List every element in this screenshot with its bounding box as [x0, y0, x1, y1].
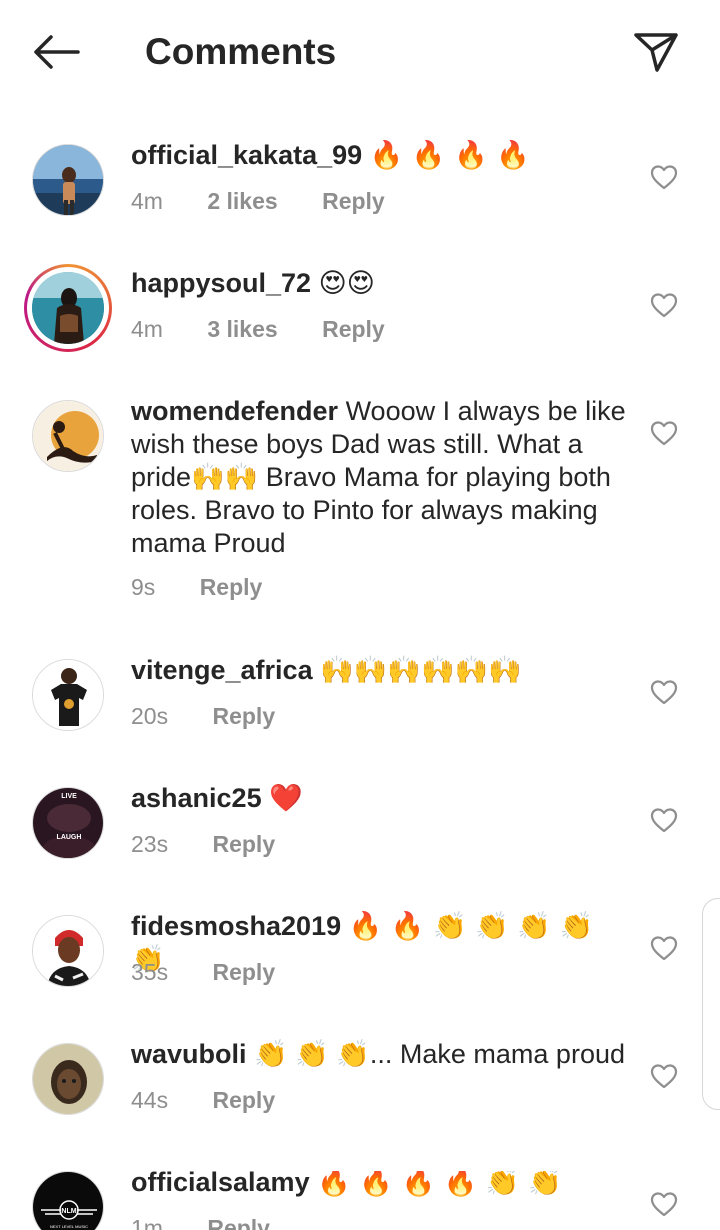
- comment-username[interactable]: official_kakata_99: [131, 140, 362, 170]
- comment-username[interactable]: wavuboli: [131, 1039, 247, 1069]
- heart-icon[interactable]: [650, 292, 678, 318]
- comment-meta: 35s Reply: [131, 959, 313, 986]
- avatar-tshirt-photo: [33, 660, 103, 730]
- scroll-handle[interactable]: [702, 898, 720, 1110]
- comment-emoji: 🙌🙌🙌🙌🙌🙌: [320, 655, 522, 686]
- avatar-nlm-logo: NLM NEXT LEVEL MUSIC: [33, 1172, 103, 1230]
- comment-username[interactable]: happysoul_72: [131, 268, 311, 298]
- heart-icon[interactable]: [650, 1191, 678, 1217]
- comment-item: NLM NEXT LEVEL MUSIC officialsalamy 🔥 🔥 …: [0, 1171, 720, 1230]
- comment-username[interactable]: womendefender: [131, 396, 338, 426]
- reply-button[interactable]: Reply: [212, 703, 275, 729]
- avatar-sea-photo: [32, 272, 104, 344]
- reply-button[interactable]: Reply: [322, 316, 385, 342]
- reply-button[interactable]: Reply: [200, 574, 263, 600]
- likes-count[interactable]: 2 likes: [207, 188, 277, 214]
- comment-username[interactable]: officialsalamy: [131, 1171, 310, 1197]
- heart-icon[interactable]: [650, 679, 678, 705]
- comment-list[interactable]: official_kakata_99 🔥 🔥 🔥 🔥 4m 2 likes Re…: [0, 0, 720, 1230]
- avatar[interactable]: [32, 1043, 104, 1115]
- comment-time: 9s: [131, 574, 156, 600]
- comment-body: 👏 👏 👏... Make mama proud: [254, 1039, 625, 1069]
- comment-time: 44s: [131, 1087, 169, 1113]
- avatar[interactable]: LIVE LAUGH: [32, 787, 104, 859]
- comment-username[interactable]: fidesmosha2019: [131, 911, 341, 941]
- reply-button[interactable]: Reply: [212, 831, 275, 857]
- heart-icon[interactable]: [650, 807, 678, 833]
- comment-meta: 20s Reply: [131, 703, 313, 730]
- comment-text: ashanic25 ❤️: [131, 782, 626, 815]
- comment-time: 23s: [131, 831, 169, 857]
- comment-emoji: 🔥 🔥 🔥 🔥 👏 👏: [317, 1171, 562, 1198]
- avatar-logo-caption: NEXT LEVEL MUSIC: [50, 1224, 88, 1229]
- avatar-live-laugh: LIVE LAUGH: [33, 788, 103, 858]
- avatar[interactable]: [32, 400, 104, 472]
- comment-meta: 9s Reply: [131, 574, 300, 601]
- comment-text: vitenge_africa 🙌🙌🙌🙌🙌🙌: [131, 654, 626, 687]
- comment-text: wavuboli 👏 👏 👏... Make mama proud: [131, 1038, 626, 1071]
- comment-text: officialsalamy 🔥 🔥 🔥 🔥 👏 👏: [131, 1171, 626, 1199]
- avatar-caption-laugh: LAUGH: [57, 834, 82, 841]
- comment-meta: 44s Reply: [131, 1087, 313, 1114]
- avatar[interactable]: [32, 144, 104, 216]
- comment-text: happysoul_72 😍😍: [131, 267, 626, 300]
- heart-icon[interactable]: [650, 1063, 678, 1089]
- comment-emoji: 😍😍: [318, 268, 375, 299]
- avatar-face-photo: [33, 1044, 103, 1114]
- avatar[interactable]: NLM NEXT LEVEL MUSIC: [32, 1171, 104, 1230]
- comment-emoji: ❤️: [269, 783, 303, 814]
- comment-text: official_kakata_99 🔥 🔥 🔥 🔥: [131, 139, 626, 172]
- comment-time: 1m: [131, 1215, 163, 1230]
- comment-username[interactable]: ashanic25: [131, 783, 262, 813]
- comment-meta: 4m 3 likes Reply: [131, 316, 423, 343]
- heart-icon[interactable]: [650, 935, 678, 961]
- comment-meta: 4m 2 likes Reply: [131, 188, 423, 215]
- likes-count[interactable]: 3 likes: [207, 316, 277, 342]
- comment-time: 4m: [131, 188, 163, 214]
- comment-time: 35s: [131, 959, 169, 985]
- heart-icon[interactable]: [650, 164, 678, 190]
- reply-button[interactable]: Reply: [207, 1215, 270, 1230]
- avatar-logo-text: NLM: [61, 1208, 76, 1215]
- avatar[interactable]: [32, 659, 104, 731]
- reply-button[interactable]: Reply: [322, 188, 385, 214]
- heart-icon[interactable]: [650, 420, 678, 446]
- avatar-caption-live: LIVE: [61, 793, 77, 800]
- comment-username[interactable]: vitenge_africa: [131, 655, 313, 685]
- comment-emoji: 🔥 🔥 🔥 🔥: [369, 140, 530, 171]
- avatar-portrait-photo: [33, 916, 103, 986]
- reply-button[interactable]: Reply: [212, 1087, 275, 1113]
- comment-meta: 23s Reply: [131, 831, 313, 858]
- avatar[interactable]: [24, 264, 112, 352]
- comment-time: 4m: [131, 316, 163, 342]
- avatar-beach-photo: [33, 145, 103, 215]
- avatar-illustration: [33, 401, 103, 471]
- comment-time: 20s: [131, 703, 169, 729]
- story-ring: [24, 264, 112, 352]
- avatar[interactable]: [32, 915, 104, 987]
- comment-text: womendefender Wooow I always be like wis…: [131, 395, 626, 560]
- reply-button[interactable]: Reply: [212, 959, 275, 985]
- comment-meta: 1m Reply: [131, 1215, 308, 1230]
